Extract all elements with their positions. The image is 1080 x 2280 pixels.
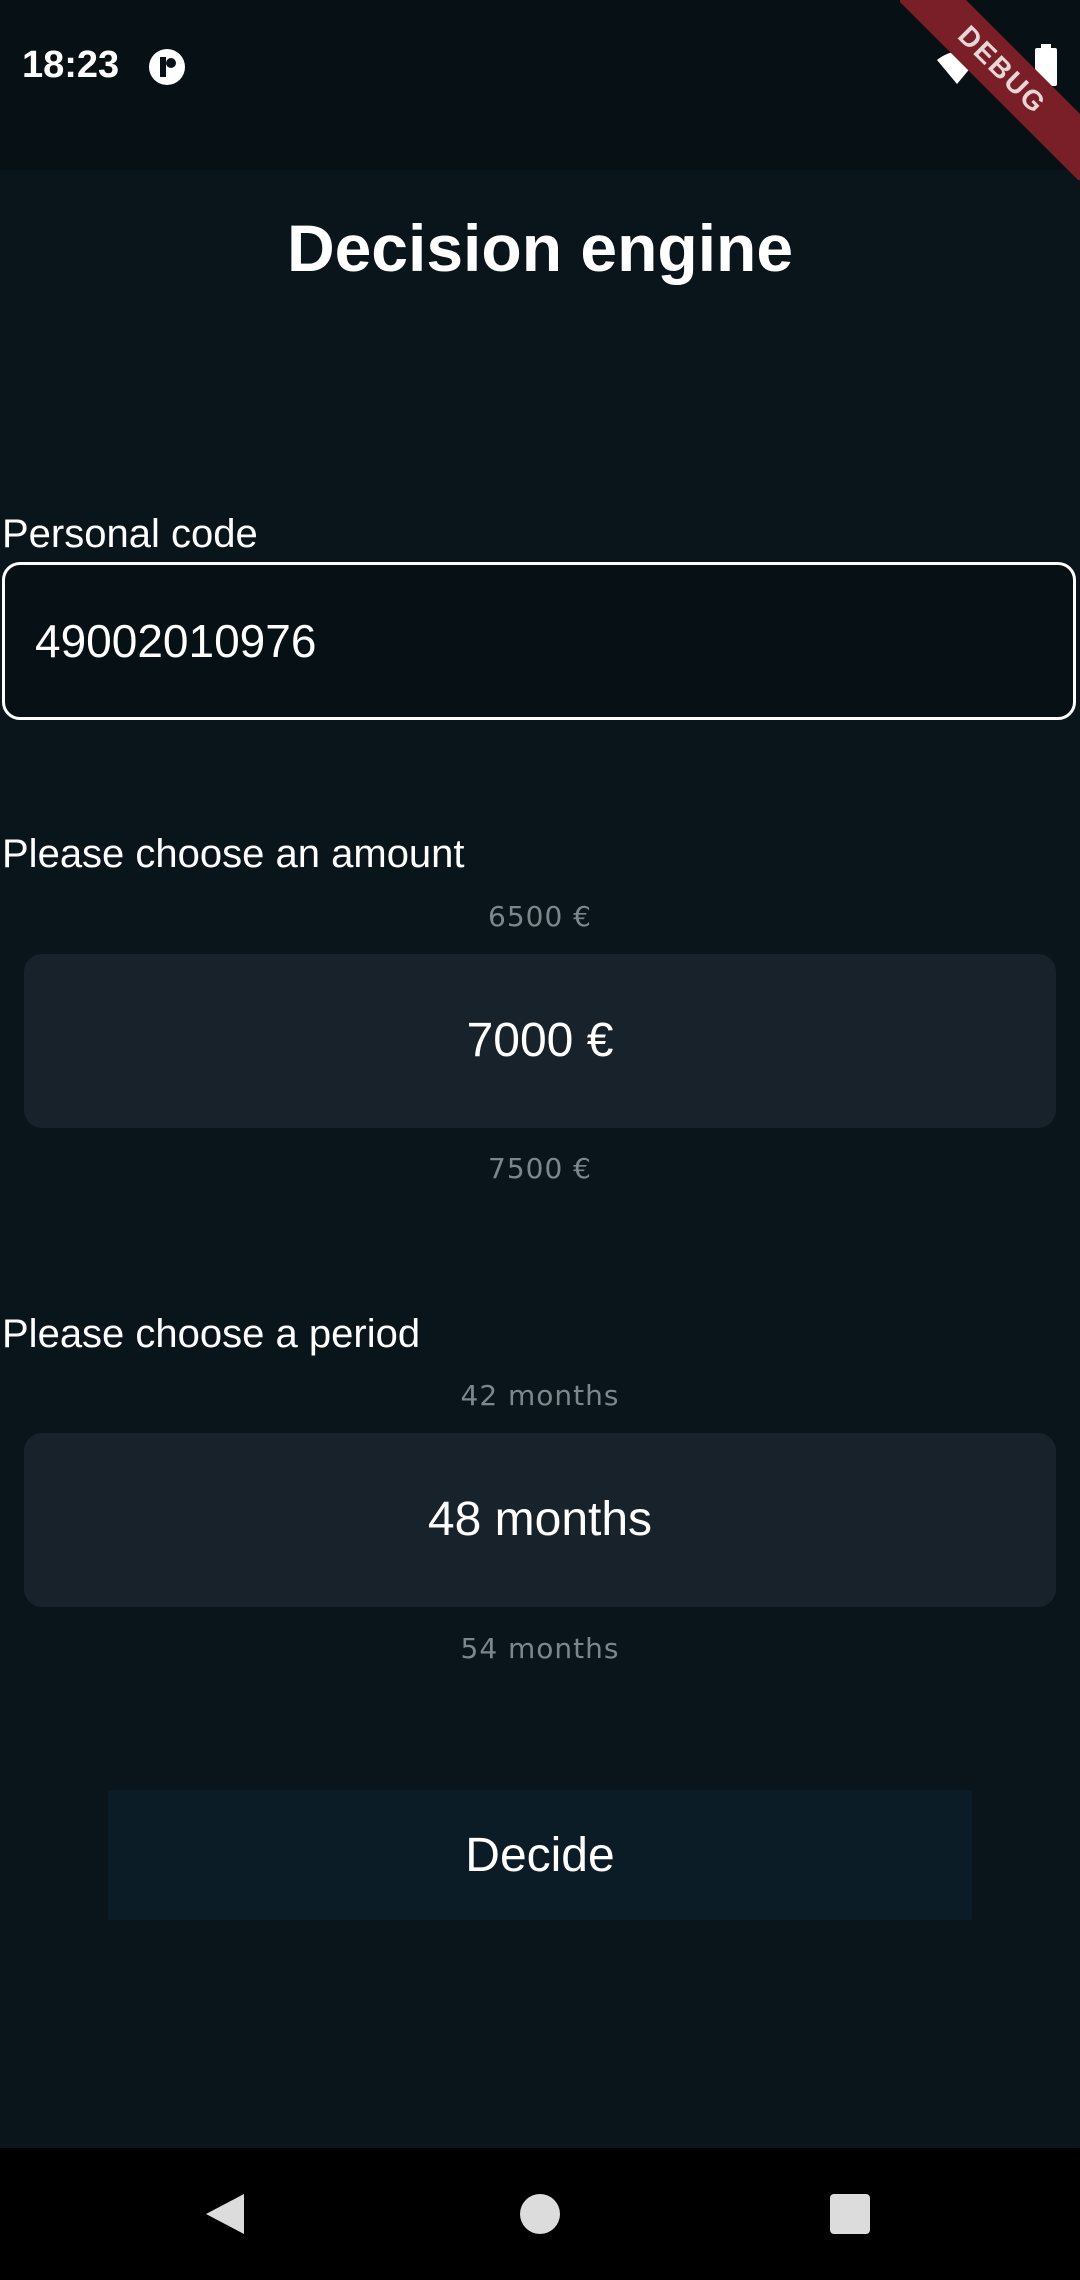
amount-option-prev[interactable]: 6500 € [0, 900, 1080, 933]
navigation-bar [0, 2148, 1080, 2280]
amount-option-next[interactable]: 7500 € [0, 1152, 1080, 1185]
app-notification-icon [149, 49, 185, 85]
decide-button[interactable]: Decide [108, 1790, 972, 1920]
recents-icon[interactable] [828, 2192, 872, 2236]
home-icon[interactable] [518, 2192, 562, 2236]
status-bar: 18:23 DEBUG [0, 0, 1080, 180]
debug-label: DEBUG [900, 0, 1080, 180]
period-picker-selected[interactable]: 48 months [24, 1433, 1056, 1607]
personal-code-input[interactable] [2, 562, 1076, 720]
back-icon[interactable] [204, 2192, 246, 2236]
debug-banner: DEBUG [900, 0, 1080, 180]
period-option-prev[interactable]: 42 months [0, 1379, 1080, 1412]
personal-code-label: Personal code [2, 512, 258, 556]
amount-picker-selected[interactable]: 7000 € [24, 954, 1056, 1128]
amount-label: Please choose an amount [2, 832, 465, 876]
status-time: 18:23 [22, 44, 120, 86]
page-title: Decision engine [286, 211, 794, 285]
period-option-next[interactable]: 54 months [0, 1632, 1080, 1665]
app-screen: 18:23 DEBUG Decision engine Personal cod… [0, 0, 1080, 2280]
period-label: Please choose a period [2, 1312, 421, 1356]
